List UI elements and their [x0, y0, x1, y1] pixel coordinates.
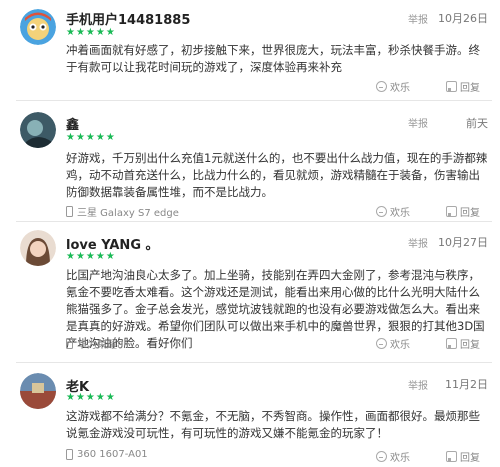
reply-icon: [446, 81, 457, 92]
review-item: 手机用户14481885 ★★★★★ 举报 10月26日 冲着画面就有好感了，初…: [0, 0, 500, 104]
rating-stars: ★★★★★: [66, 392, 116, 403]
device-label: 360 1607-A01: [77, 449, 148, 460]
report-link[interactable]: 举报: [408, 115, 428, 130]
rating-stars: ★★★★★: [66, 132, 116, 143]
phone-icon: [66, 206, 73, 217]
like-label: 欢乐: [390, 453, 410, 464]
divider: [16, 100, 492, 101]
report-link[interactable]: 举报: [408, 11, 428, 26]
like-button[interactable]: 欢乐: [376, 204, 410, 219]
like-button[interactable]: 欢乐: [376, 336, 410, 351]
device-label: 华为荣耀8: [77, 340, 124, 351]
review-date: 10月27日: [438, 236, 488, 249]
reply-icon: [446, 206, 457, 217]
reply-icon: [446, 338, 457, 349]
reply-button[interactable]: 回复: [446, 449, 480, 464]
reviewer-name[interactable]: 鑫: [66, 114, 79, 133]
device-info: 360 1607-A01: [66, 449, 148, 460]
like-icon: [376, 451, 387, 462]
review-content: 这游戏都不给满分？不氪金，不无脑，不秀智商。操作性，画面都很好。最烦那些说氪金游…: [66, 409, 480, 440]
like-icon: [376, 81, 387, 92]
avatar[interactable]: [20, 373, 56, 409]
avatar[interactable]: [20, 230, 56, 266]
reply-button[interactable]: 回复: [446, 336, 480, 351]
like-icon: [376, 206, 387, 217]
like-label: 欢乐: [390, 340, 410, 351]
review-date: 前天: [466, 117, 488, 130]
rating-stars: ★★★★★: [66, 27, 116, 38]
like-label: 欢乐: [390, 208, 410, 219]
review-date: 10月26日: [438, 12, 488, 25]
review-item: 老K ★★★★★ 举报 11月2日 这游戏都不给满分？不氪金，不无脑，不秀智商。…: [0, 364, 500, 467]
reviewer-name[interactable]: 手机用户14481885: [66, 9, 190, 28]
reply-button[interactable]: 回复: [446, 204, 480, 219]
rating-stars: ★★★★★: [66, 251, 116, 262]
like-button[interactable]: 欢乐: [376, 449, 410, 464]
reply-icon: [446, 451, 457, 462]
phone-icon: [66, 449, 73, 460]
review-date: 11月2日: [445, 378, 488, 391]
report-link[interactable]: 举报: [408, 377, 428, 392]
reply-button[interactable]: 回复: [446, 79, 480, 94]
like-button[interactable]: 欢乐: [376, 79, 410, 94]
reply-label: 回复: [460, 453, 480, 464]
avatar[interactable]: [20, 9, 56, 45]
review-content: 冲着画面就有好感了，初步接触下来，世界很庞大，玩法丰富，秒杀快餐手游。终于有款可…: [66, 43, 480, 74]
review-content: 比国产地沟油良心太多了。加上坐骑，技能别在弄四大金刚了，参考混沌与秩序，氪金不要…: [66, 268, 485, 350]
divider: [16, 362, 492, 363]
review-item: love YANG 。 ★★★★★ 举报 10月27日 比国产地沟油良心太多了。…: [0, 222, 500, 362]
review-content: 好游戏，千万别出什么充值1元就送什么的，也不要出什么战力值，现在的手游都辣鸡，动…: [66, 151, 488, 199]
reply-label: 回复: [460, 83, 480, 94]
reply-label: 回复: [460, 208, 480, 219]
phone-icon: [66, 338, 73, 349]
like-icon: [376, 338, 387, 349]
report-link[interactable]: 举报: [408, 235, 428, 250]
like-label: 欢乐: [390, 83, 410, 94]
device-info: 三星 Galaxy S7 edge: [66, 204, 179, 219]
device-label: 三星 Galaxy S7 edge: [77, 208, 179, 219]
avatar[interactable]: [20, 112, 56, 148]
device-info: 华为荣耀8: [66, 336, 123, 351]
review-item: 鑫 ★★★★★ 举报 前天 好游戏，千万别出什么充值1元就送什么的，也不要出什么…: [0, 104, 500, 221]
reply-label: 回复: [460, 340, 480, 351]
